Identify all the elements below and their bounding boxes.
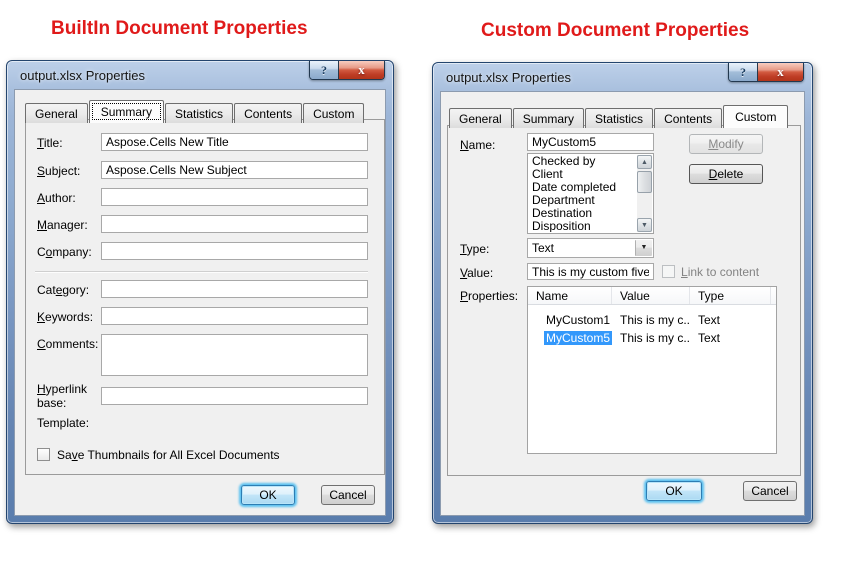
tab-strip: GeneralSummaryStatisticsContentsCustom: [25, 99, 365, 123]
template-label: Template:: [37, 416, 89, 430]
company-input[interactable]: [101, 242, 368, 260]
name-input[interactable]: [527, 133, 654, 151]
subject-input[interactable]: [101, 161, 368, 179]
tab-general[interactable]: General: [25, 103, 88, 123]
name-listbox[interactable]: Checked byClientDate completedDepartment…: [527, 153, 654, 234]
keywords-input[interactable]: [101, 307, 368, 325]
column-header-type[interactable]: Type: [690, 287, 771, 304]
comments-textarea[interactable]: [101, 334, 368, 376]
close-icon[interactable]: x: [338, 61, 384, 79]
dialog-client: GeneralSummaryStatisticsContentsCustom T…: [14, 89, 386, 516]
builtin-properties-heading: BuiltIn Document Properties: [51, 18, 308, 40]
ok-button[interactable]: OK: [646, 481, 702, 501]
caption-buttons: ? x: [309, 61, 385, 80]
properties-label: Properties:: [460, 289, 518, 303]
comments-label: Comments:: [37, 337, 98, 351]
chevron-down-icon[interactable]: ▼: [635, 240, 652, 256]
caption-buttons: ? x: [728, 63, 804, 82]
tab-summary[interactable]: Summary: [89, 100, 164, 123]
custom-tab-page: Name: Checked byClientDate completedDepa…: [447, 125, 801, 476]
title-label: Title:: [37, 136, 63, 150]
title-input[interactable]: [101, 133, 368, 151]
type-label: Type:: [460, 242, 489, 256]
company-label: Company:: [37, 245, 92, 259]
tab-general[interactable]: General: [449, 108, 512, 128]
help-icon[interactable]: ?: [729, 63, 757, 81]
ok-button[interactable]: OK: [241, 485, 295, 505]
table-header: Name Value Type: [528, 287, 776, 305]
link-to-content-checkbox[interactable]: [662, 265, 675, 278]
tab-statistics[interactable]: Statistics: [165, 103, 233, 123]
value-label: Value:: [460, 266, 493, 280]
value-input[interactable]: [527, 263, 654, 280]
window-title: output.xlsx Properties: [446, 70, 571, 85]
link-to-content-label: Link to content: [681, 265, 759, 279]
custom-properties-heading: Custom Document Properties: [481, 20, 749, 42]
type-select[interactable]: Text ▼: [527, 238, 654, 258]
author-label: Author:: [37, 191, 76, 205]
delete-button[interactable]: Delete: [689, 164, 763, 184]
column-header-name[interactable]: Name: [528, 287, 612, 304]
save-thumbnails-checkbox[interactable]: [37, 448, 50, 461]
tab-summary[interactable]: Summary: [513, 108, 584, 128]
tab-contents[interactable]: Contents: [234, 103, 302, 123]
cancel-button[interactable]: Cancel: [321, 485, 375, 505]
table-row[interactable]: MyCustom5This is my c...Text: [528, 329, 776, 347]
manager-input[interactable]: [101, 215, 368, 233]
subject-label: Subject:: [37, 164, 80, 178]
tab-strip: GeneralSummaryStatisticsContentsCustom: [449, 104, 789, 128]
modify-button[interactable]: Modify: [689, 134, 763, 154]
name-list-items: Checked byClientDate completedDepartment…: [529, 154, 636, 232]
list-item[interactable]: Disposition: [529, 220, 636, 232]
cancel-button[interactable]: Cancel: [743, 481, 797, 501]
scrollbar-down-icon[interactable]: ▼: [637, 218, 652, 232]
list-item[interactable]: Checked by: [529, 154, 636, 168]
dialog-client: GeneralSummaryStatisticsContentsCustom N…: [440, 91, 805, 516]
table-row[interactable]: MyCustom1This is my c...Text: [528, 311, 776, 329]
hyperlink-base-input[interactable]: [101, 387, 368, 405]
tab-custom[interactable]: Custom: [723, 105, 788, 128]
keywords-label: Keywords:: [37, 310, 93, 324]
category-label: Category:: [37, 283, 89, 297]
tab-statistics[interactable]: Statistics: [585, 108, 653, 128]
save-thumbnails-label: Save Thumbnails for All Excel Documents: [57, 448, 280, 462]
builtin-properties-dialog: output.xlsx Properties ? x GeneralSummar…: [6, 60, 394, 524]
table-body: MyCustom1This is my c...TextMyCustom5Thi…: [528, 305, 776, 347]
page-canvas: BuiltIn Document Properties Custom Docum…: [0, 0, 868, 564]
hyperlink-base-label: Hyperlink base:: [37, 382, 95, 410]
custom-properties-dialog: output.xlsx Properties ? x GeneralSummar…: [432, 62, 813, 524]
properties-table: Name Value Type MyCustom1This is my c...…: [527, 286, 777, 454]
summary-tab-page: Title: Subject: Author: Manager: Company…: [25, 119, 385, 475]
scrollbar-up-icon[interactable]: ▲: [637, 155, 652, 169]
author-input[interactable]: [101, 188, 368, 206]
help-icon[interactable]: ?: [310, 61, 338, 79]
tab-contents[interactable]: Contents: [654, 108, 722, 128]
type-select-value: Text: [532, 241, 554, 255]
close-icon[interactable]: x: [757, 63, 803, 81]
window-title: output.xlsx Properties: [20, 68, 145, 83]
separator: [35, 271, 368, 273]
scrollbar: ▲ ▼: [637, 155, 652, 232]
scrollbar-thumb[interactable]: [637, 171, 652, 193]
manager-label: Manager:: [37, 218, 88, 232]
category-input[interactable]: [101, 280, 368, 298]
name-label: Name:: [460, 138, 495, 152]
tab-custom[interactable]: Custom: [303, 103, 364, 123]
column-header-value[interactable]: Value: [612, 287, 690, 304]
